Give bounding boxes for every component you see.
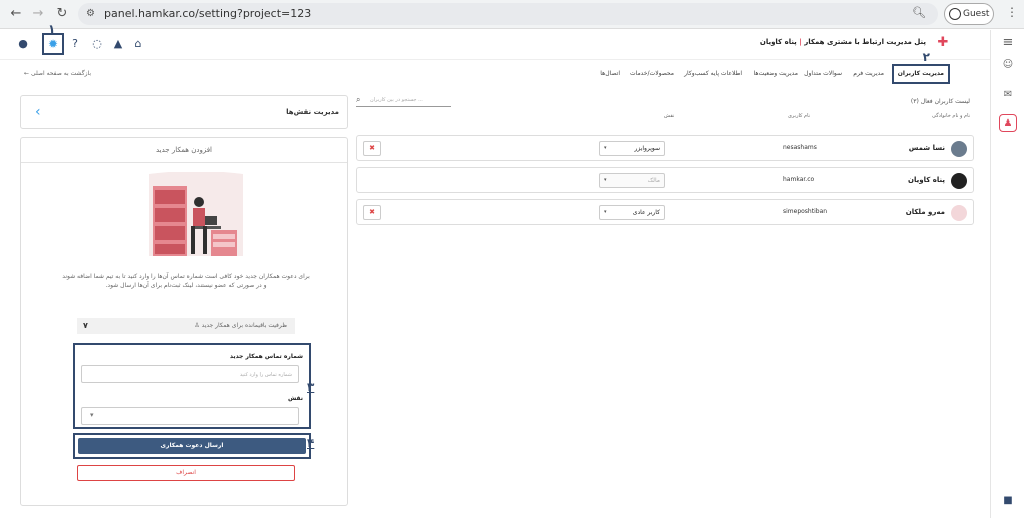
capacity-value: ۷	[83, 321, 88, 330]
table-row: نسا شمس nesashams ▾ سوپروایزر ✖	[356, 135, 974, 161]
col-role: نقش	[664, 113, 675, 119]
settings-tabs: مدیریت کاربران ۲ مدیریت فرم سوالات متداو…	[590, 50, 950, 84]
back-arrow-icon[interactable]: ←	[6, 4, 26, 24]
send-invite-button[interactable]: ارسال دعوت همکاری	[78, 438, 306, 454]
roles-card[interactable]: مدیریت نقش‌ها ‹	[20, 95, 348, 129]
face-icon[interactable]: ☺	[999, 56, 1017, 74]
remove-user-icon[interactable]: ✖	[363, 141, 381, 156]
role-value: مالک	[647, 177, 660, 184]
callout-4: ۴	[307, 436, 315, 450]
back-to-home-link[interactable]: ← بازگشت به صفحه اصلی	[24, 70, 91, 77]
table-row: مه‌رو ملکان simeposhtiban ▾ کاربر عادی ✖	[356, 199, 974, 225]
user-username: simeposhtiban	[783, 208, 828, 215]
tab-form-management[interactable]: مدیریت فرم	[853, 64, 884, 84]
table-header: نام و نام خانوادگی نام کاربری نقش	[356, 113, 974, 123]
chevron-down-icon: ▾	[604, 209, 607, 215]
callout-3: ۳	[307, 380, 315, 394]
role-dropdown[interactable]: ▾ سوپروایزر	[599, 141, 665, 156]
chevron-down-icon: ▾	[604, 177, 607, 183]
brand-title: پنل مدیریت ارتباط با مشتری همکار | پناه …	[759, 38, 926, 46]
inbox-icon[interactable]: ✉	[999, 86, 1017, 104]
reload-icon[interactable]: ↻	[52, 4, 72, 24]
chevron-left-icon[interactable]: ‹	[35, 104, 41, 120]
zoom-icon[interactable]: 🔍︎	[912, 6, 926, 19]
chevron-down-icon: ▾	[604, 145, 607, 151]
user-username: hamkar.co	[783, 176, 815, 183]
guest-profile-button[interactable]: Guest	[944, 3, 994, 25]
briefcase-icon[interactable]: ■	[999, 492, 1017, 510]
remove-user-icon[interactable]: ✖	[363, 205, 381, 220]
send-invite-wrapper: ارسال دعوت همکاری	[73, 433, 311, 459]
user-username: nesashams	[783, 144, 817, 151]
address-bar[interactable]: ⚙ panel.hamkar.co/setting?project=123 🔍︎	[78, 3, 938, 25]
tab-connections[interactable]: اتصال‌ها	[600, 64, 620, 84]
bookshelf-illustration	[149, 172, 243, 256]
user-search-input[interactable]: ⌕ جستجو در بین کاربران ...	[356, 95, 451, 107]
role-value: کاربر عادی	[632, 209, 660, 216]
role-dropdown[interactable]: ▾ کاربر عادی	[599, 205, 665, 220]
search-placeholder: جستجو در بین کاربران ...	[370, 97, 423, 103]
tab-business-info[interactable]: اطلاعات پایه کسب‌وکار	[684, 64, 742, 84]
settings-button[interactable]: ✹	[42, 33, 64, 55]
forward-arrow-icon[interactable]: →	[28, 4, 48, 24]
callout-1: ۱	[48, 22, 56, 36]
col-username: نام کاربری	[788, 113, 810, 119]
brand-name: پناه کاویان	[759, 38, 797, 46]
callout-2: ۲	[922, 50, 930, 64]
tab-products[interactable]: محصولات/خدمات	[630, 64, 674, 84]
roles-title: مدیریت نقش‌ها	[286, 108, 339, 116]
team-icon[interactable]: ♟	[999, 114, 1017, 132]
invite-form: شماره تماس همکار جدید شماره تماس را وارد…	[73, 343, 311, 429]
app-header: ● ✹ ۱ ? ◌ ▲ ⌂ پنل مدیریت ارتباط با مشتری…	[0, 22, 990, 60]
capacity-label: ♙ ظرفیت باقیمانده برای همکار جدید	[194, 318, 287, 334]
col-name: نام و نام خانوادگی	[932, 113, 970, 119]
avatar	[951, 173, 967, 189]
chevron-down-icon: ▾	[90, 411, 94, 419]
role-value: سوپروایزر	[634, 145, 660, 152]
tab-user-management[interactable]: مدیریت کاربران	[891, 64, 950, 84]
brand-logo-icon: ✚	[937, 35, 949, 50]
url-text: panel.hamkar.co/setting?project=123	[104, 7, 312, 20]
loading-icon[interactable]: ◌	[90, 37, 104, 51]
user-name: مه‌رو ملکان	[905, 208, 945, 216]
bell-icon[interactable]: ▲	[111, 37, 125, 51]
invite-heading: افزودن همکار جدید	[21, 138, 347, 163]
home-icon[interactable]: ⌂	[131, 37, 145, 51]
right-sidebar: ≡ ☺ ✉ ♟ ■	[990, 30, 1024, 518]
invite-description: برای دعوت همکاران جدید خود کافی است شمار…	[62, 273, 310, 289]
table-row: پناه کاویان hamkar.co ▾ مالک	[356, 167, 974, 193]
role-dropdown: ▾ مالک	[599, 173, 665, 188]
hamburger-menu-icon[interactable]: ≡	[999, 34, 1017, 52]
guest-label: Guest	[963, 9, 990, 19]
invite-card: افزودن همکار جدید برای دعوت همکاران جدید…	[20, 137, 348, 506]
browser-toolbar: ← → ↻ ⚙ panel.hamkar.co/setting?project=…	[0, 0, 1024, 29]
avatar	[951, 141, 967, 157]
profile-icon	[949, 8, 961, 20]
phone-label: شماره تماس همکار جدید	[229, 353, 303, 360]
help-icon[interactable]: ?	[68, 37, 82, 51]
cancel-button[interactable]: انصراف	[77, 465, 295, 481]
person-icon: ♙	[194, 322, 202, 329]
user-icon[interactable]: ●	[16, 37, 30, 51]
role-label: نقش	[287, 395, 303, 402]
capacity-label-text: ظرفیت باقیمانده برای همکار جدید	[201, 322, 287, 329]
active-users-title: لیست کاربران فعال (۳)	[910, 98, 970, 105]
role-select[interactable]: ▾	[81, 407, 299, 425]
capacity-bar: ۷ ♙ ظرفیت باقیمانده برای همکار جدید	[77, 318, 295, 334]
user-name: پناه کاویان	[908, 176, 945, 184]
panel-title: پنل مدیریت ارتباط با مشتری همکار	[804, 38, 926, 46]
phone-input[interactable]: شماره تماس را وارد کنید	[81, 365, 299, 383]
search-icon: ⌕	[356, 95, 361, 104]
site-settings-icon[interactable]: ⚙	[86, 8, 95, 19]
tab-status-management[interactable]: مدیریت وضعیت‌ها	[754, 64, 798, 84]
back-link-label: بازگشت به صفحه اصلی	[30, 70, 92, 77]
browser-menu-icon[interactable]: ⋮	[1006, 5, 1018, 19]
gear-icon: ✹	[47, 37, 59, 51]
user-name: نسا شمس	[908, 144, 945, 152]
tab-faq[interactable]: سوالات متداول	[804, 64, 842, 84]
avatar	[951, 205, 967, 221]
back-arrow-small-icon: ←	[24, 70, 31, 77]
